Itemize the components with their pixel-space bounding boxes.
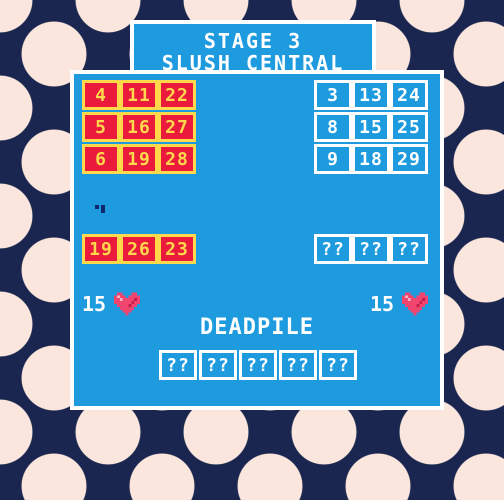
player-card[interactable]: 6 [82, 144, 120, 174]
hand-card[interactable]: 23 [158, 234, 196, 264]
player-card[interactable]: 19 [120, 144, 158, 174]
deadpile-card: ?? [159, 350, 197, 380]
player-card[interactable]: 22 [158, 80, 196, 110]
deadpile-card: ?? [279, 350, 317, 380]
opponent-card: 3 [314, 80, 352, 110]
player-hand: 19 26 23 [82, 234, 196, 264]
deadpile-card: ?? [239, 350, 277, 380]
opponent-lives-count: 15 [370, 292, 395, 316]
player-card[interactable]: 28 [158, 144, 196, 174]
opponent-card: 13 [352, 80, 390, 110]
heart-icon [114, 292, 141, 316]
hidden-card: ?? [390, 234, 428, 264]
hidden-card: ?? [352, 234, 390, 264]
cursor-icon [95, 203, 109, 213]
opponent-card: 29 [390, 144, 428, 174]
player-card[interactable]: 27 [158, 112, 196, 142]
opponent-card: 18 [352, 144, 390, 174]
opponent-card: 24 [390, 80, 428, 110]
player-card[interactable]: 11 [120, 80, 158, 110]
opponent-hand: ?? ?? ?? [314, 234, 428, 264]
opponent-card: 25 [390, 112, 428, 142]
opponent-card: 9 [314, 144, 352, 174]
deadpile-card: ?? [199, 350, 237, 380]
player-card[interactable]: 4 [82, 80, 120, 110]
player-card[interactable]: 5 [82, 112, 120, 142]
hand-card[interactable]: 19 [82, 234, 120, 264]
opponent-board: 3 13 24 8 15 25 9 18 29 [314, 80, 428, 174]
stage-number: STAGE 3 [203, 29, 303, 53]
hand-card[interactable]: 26 [120, 234, 158, 264]
player-lives: 15 [82, 291, 141, 317]
deadpile: ?? ?? ?? ?? ?? [159, 350, 357, 380]
hidden-card: ?? [314, 234, 352, 264]
deadpile-label: DEADPILE [200, 315, 314, 340]
opponent-card: 8 [314, 112, 352, 142]
opponent-lives: 15 [370, 291, 429, 317]
deadpile-card: ?? [319, 350, 357, 380]
player-lives-count: 15 [82, 292, 107, 316]
opponent-card: 15 [352, 112, 390, 142]
heart-icon [402, 292, 429, 316]
player-board: 4 11 22 5 16 27 6 19 28 [82, 80, 196, 174]
player-card[interactable]: 16 [120, 112, 158, 142]
